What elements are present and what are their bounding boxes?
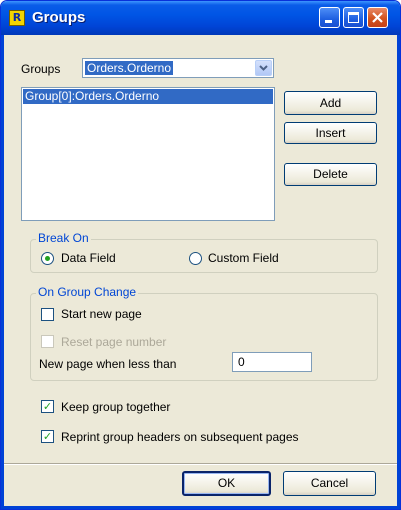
radio-custom-field-label[interactable]: Custom Field xyxy=(208,251,279,265)
combobox-dropdown-button[interactable] xyxy=(255,60,272,76)
radio-selected-dot xyxy=(45,256,50,261)
maximize-icon xyxy=(348,12,359,23)
reset-page-number-checkbox xyxy=(41,335,54,348)
close-icon xyxy=(372,12,383,23)
start-new-page-label[interactable]: Start new page xyxy=(61,307,142,321)
groups-combobox[interactable]: Orders.Orderno xyxy=(82,58,274,78)
minimize-button[interactable] xyxy=(319,7,340,28)
keep-group-together-label[interactable]: Keep group together xyxy=(61,400,170,414)
add-button[interactable]: Add xyxy=(284,91,377,115)
start-new-page-checkbox[interactable] xyxy=(41,308,54,321)
on-group-change-title: On Group Change xyxy=(36,285,139,299)
footer-separator xyxy=(4,463,397,465)
app-icon: R xyxy=(9,10,25,26)
window-title: Groups xyxy=(32,9,86,26)
delete-button[interactable]: Delete xyxy=(284,163,377,186)
ok-button[interactable]: OK xyxy=(182,471,271,496)
list-item[interactable]: Group[0]:Orders.Orderno xyxy=(23,89,273,104)
groups-listbox[interactable]: Group[0]:Orders.Orderno xyxy=(21,87,275,221)
close-button[interactable] xyxy=(367,7,388,28)
groups-dialog: R Groups Groups Orders.Orderno Group[0]:… xyxy=(0,0,401,510)
cancel-button[interactable]: Cancel xyxy=(283,471,376,496)
insert-button[interactable]: Insert xyxy=(284,122,377,144)
new-page-threshold-input[interactable]: 0 xyxy=(232,352,312,372)
keep-group-together-checkbox[interactable]: ✓ xyxy=(41,400,54,413)
reprint-headers-label[interactable]: Reprint group headers on subsequent page… xyxy=(61,430,299,444)
radio-custom-field[interactable] xyxy=(189,252,202,265)
groups-combobox-value: Orders.Orderno xyxy=(85,61,174,75)
title-bar[interactable]: R Groups xyxy=(1,1,400,35)
reset-page-number-label: Reset page number xyxy=(61,335,167,349)
radio-data-field[interactable] xyxy=(41,252,54,265)
radio-data-field-label[interactable]: Data Field xyxy=(61,251,116,265)
groups-label: Groups xyxy=(21,62,61,76)
new-page-threshold-label: New page when less than xyxy=(39,357,177,371)
break-on-title: Break On xyxy=(36,231,91,245)
reprint-headers-checkbox[interactable]: ✓ xyxy=(41,430,54,443)
maximize-button[interactable] xyxy=(343,7,364,28)
minimize-icon xyxy=(325,20,332,23)
chevron-down-icon xyxy=(259,65,268,71)
